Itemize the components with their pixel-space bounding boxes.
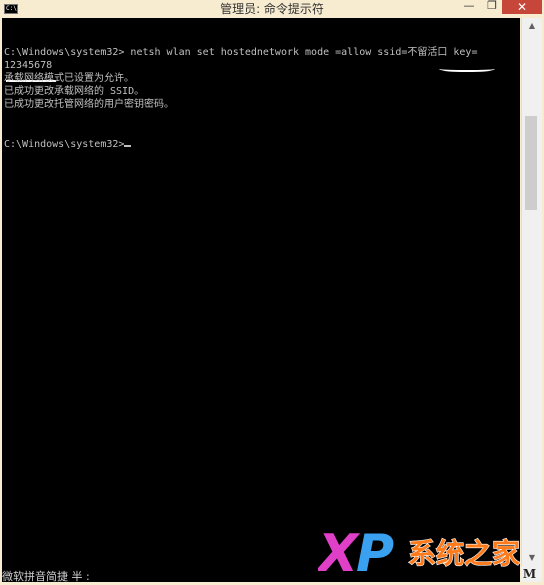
console-line-key-result: 已成功更改托管网络的用户密钥密码。 — [4, 99, 174, 110]
command-prompt-window: C:\ 管理员: 命令提示符 — ❐ ✕ C:\Windows\system32… — [0, 0, 544, 585]
xp-system-home-watermark: X P 系统之家 — [318, 525, 521, 577]
console-prompt: C:\Windows\system32> — [4, 139, 125, 150]
watermark-p-letter: P — [356, 525, 394, 577]
console-line-mode-result: 承载网络模式已设置为允许。 — [4, 73, 134, 84]
console-output[interactable]: C:\Windows\system32> netsh wlan set host… — [2, 18, 520, 582]
annotation-underline-ssid — [439, 64, 495, 72]
console-line-key: 12345678 — [4, 60, 53, 71]
vertical-scrollbar[interactable]: ▲ ▼ — [521, 18, 542, 582]
watermark-site-name: 系统之家 — [408, 537, 520, 570]
close-button[interactable]: ✕ — [502, 0, 542, 14]
console-line-command: C:\Windows\system32> netsh wlan set host… — [4, 47, 478, 58]
maximize-button[interactable]: ❐ — [481, 0, 503, 14]
watermark-x-letter: X — [318, 525, 361, 577]
scroll-up-arrow-icon[interactable]: ▲ — [522, 18, 542, 34]
console-prompt-line[interactable]: C:\Windows\system32> — [4, 138, 132, 151]
console-line-ssid-result: 已成功更改承载网络的 SSID。 — [4, 86, 145, 97]
text-cursor — [124, 145, 132, 147]
title-bar[interactable]: C:\ 管理员: 命令提示符 — ❐ ✕ — [0, 0, 544, 18]
ime-status-bar[interactable]: 微软拼音简捷 半 : — [2, 568, 90, 584]
minimize-button[interactable]: — — [458, 0, 480, 14]
scrollbar-thumb[interactable] — [525, 116, 537, 210]
